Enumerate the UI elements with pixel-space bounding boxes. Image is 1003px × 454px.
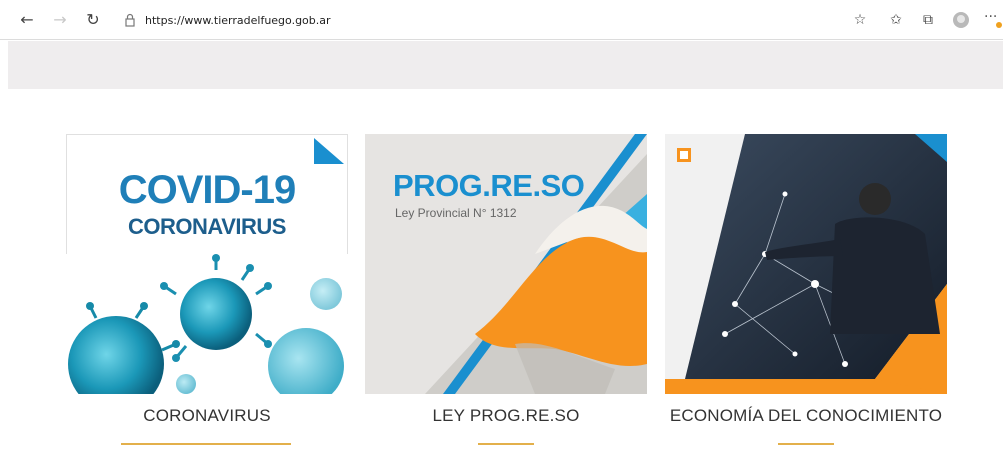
network-illustration	[665, 134, 947, 394]
address-bar[interactable]: https://www.tierradelfuego.gob.ar	[145, 14, 331, 30]
profile-icon[interactable]	[953, 12, 969, 28]
card-label-progreso[interactable]: LEY PROG.RE.SO	[365, 406, 647, 426]
favorite-add-icon[interactable]: ☆	[851, 11, 869, 29]
collections-icon[interactable]: ⧉	[919, 11, 937, 29]
card-label-coronavirus[interactable]: CORONAVIRUS	[66, 406, 348, 426]
card-label-economia[interactable]: ECONOMÍA DEL CONOCIMIENTO	[665, 406, 947, 426]
card-coronavirus[interactable]: COVID-19 CORONAVIRUS	[66, 134, 348, 394]
card-underline	[478, 443, 534, 445]
virus-illustration	[66, 254, 348, 394]
card-progreso[interactable]: PROG.RE.SO Ley Provincial N° 1312	[365, 134, 647, 394]
notification-dot	[996, 22, 1002, 28]
refresh-icon[interactable]: ↻	[82, 10, 104, 30]
progreso-subtitle: Ley Provincial N° 1312	[395, 206, 517, 220]
card-underline	[778, 443, 834, 445]
back-icon[interactable]: ←	[16, 10, 38, 30]
card-economia[interactable]	[665, 134, 947, 394]
covid-subtitle: CORONAVIRUS	[128, 214, 286, 239]
covid-title: COVID-19	[118, 168, 297, 212]
favorites-icon[interactable]: ✩	[887, 11, 905, 29]
corner-marker-icon	[314, 138, 344, 164]
forward-icon[interactable]: →	[49, 10, 71, 30]
more-icon[interactable]: ···	[984, 9, 997, 25]
header-band	[8, 41, 1003, 89]
lock-icon	[125, 13, 135, 27]
progreso-title: PROG.RE.SO	[393, 168, 585, 203]
browser-toolbar: ← → ↻ https://www.tierradelfuego.gob.ar …	[0, 0, 1003, 40]
card-underline	[121, 443, 291, 445]
